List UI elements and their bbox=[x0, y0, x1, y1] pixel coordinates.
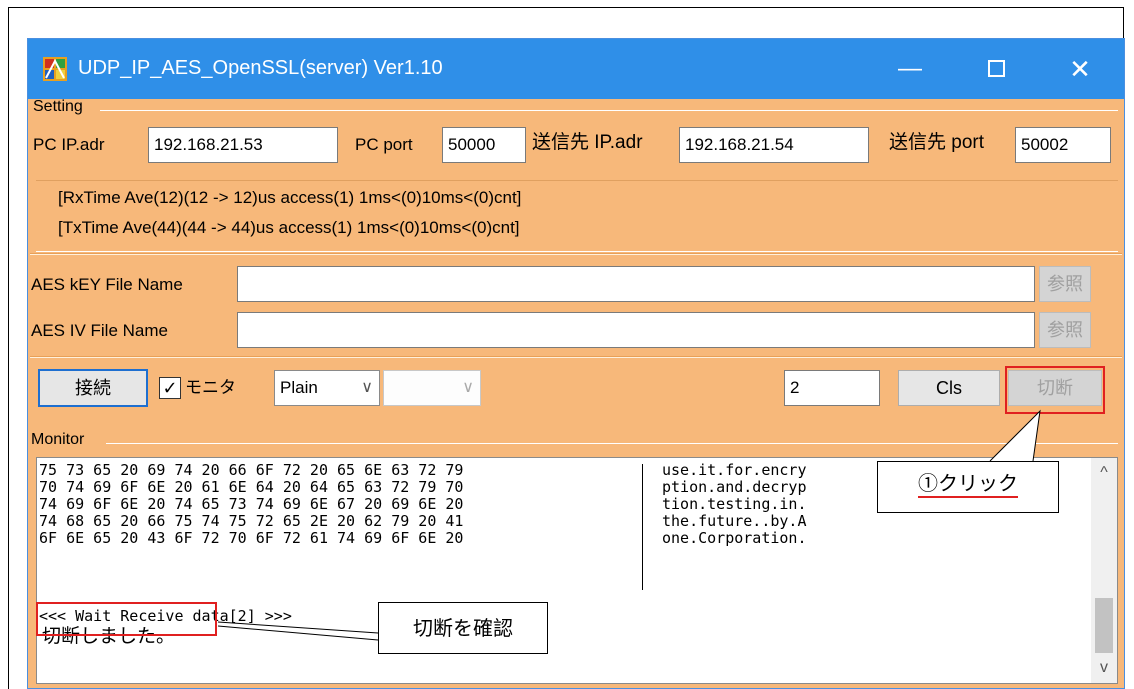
cls-button[interactable]: Cls bbox=[898, 370, 1000, 406]
scroll-up-icon[interactable]: ^ bbox=[1091, 460, 1117, 486]
maximize-button[interactable] bbox=[966, 39, 1026, 99]
rx-time-status: [RxTime Ave(12)(12 -> 12)us access(1) 1m… bbox=[58, 188, 522, 207]
aes-iv-field[interactable] bbox=[237, 312, 1035, 348]
setting-group-label: Setting bbox=[33, 98, 83, 115]
dest-port-field[interactable]: 50002 bbox=[1015, 127, 1111, 163]
confirm-callout: 切断を確認 bbox=[378, 602, 548, 654]
chevron-down-icon: ∨ bbox=[361, 379, 373, 396]
pc-port-field[interactable]: 50000 bbox=[442, 127, 526, 163]
monitor-hex-dump: 75 73 65 20 69 74 20 66 6F 72 20 65 6E 6… bbox=[39, 461, 464, 547]
separator-2 bbox=[30, 356, 1122, 358]
aes-iv-browse-button[interactable]: 参照 bbox=[1039, 312, 1091, 348]
aes-key-label: AES kEY File Name bbox=[31, 275, 183, 294]
pc-ip-label: PC IP.adr bbox=[33, 135, 105, 154]
maximize-icon bbox=[987, 60, 1005, 77]
window-title: UDP_IP_AES_OpenSSL(server) Ver1.10 bbox=[78, 57, 443, 79]
pc-ip-field[interactable]: 192.168.21.53 bbox=[148, 127, 338, 163]
mode-select[interactable]: Plain ∨ bbox=[274, 370, 380, 406]
close-button[interactable]: ✕ bbox=[1050, 39, 1110, 99]
app-icon bbox=[43, 57, 67, 81]
connect-button[interactable]: 接続 bbox=[38, 369, 148, 407]
scroll-thumb[interactable] bbox=[1095, 598, 1113, 653]
aes-key-field[interactable] bbox=[237, 266, 1035, 302]
separator-1 bbox=[30, 253, 1122, 255]
scroll-down-icon[interactable]: v bbox=[1091, 655, 1117, 681]
dest-ip-label: 送信先 IP.adr bbox=[532, 132, 643, 153]
app-window: UDP_IP_AES_OpenSSL(server) Ver1.10 — ✕ S… bbox=[27, 38, 1125, 689]
mode2-select[interactable]: ∨ bbox=[383, 370, 481, 406]
monitor-checkbox[interactable]: ✓ bbox=[159, 377, 181, 399]
count-field[interactable]: 2 bbox=[784, 370, 880, 406]
minimize-button[interactable]: — bbox=[880, 39, 940, 99]
monitor-checkbox-label: モニタ bbox=[185, 378, 236, 397]
chevron-down-icon: ∨ bbox=[462, 379, 474, 396]
aes-key-browse-button[interactable]: 参照 bbox=[1039, 266, 1091, 302]
disconnect-highlight bbox=[1005, 366, 1105, 414]
tx-time-status: [TxTime Ave(44)(44 -> 44)us access(1) 1m… bbox=[58, 218, 520, 237]
timing-status-panel: [RxTime Ave(12)(12 -> 12)us access(1) 1m… bbox=[36, 180, 1118, 252]
dest-ip-field[interactable]: 192.168.21.54 bbox=[679, 127, 869, 163]
monitor-scrollbar[interactable]: ^ v bbox=[1091, 458, 1117, 683]
dest-port-label: 送信先 port bbox=[889, 132, 985, 153]
aes-iv-label: AES IV File Name bbox=[31, 321, 168, 340]
title-bar[interactable]: UDP_IP_AES_OpenSSL(server) Ver1.10 — ✕ bbox=[28, 39, 1124, 99]
monitor-group-label: Monitor bbox=[31, 431, 85, 448]
disconnected-message-highlight bbox=[36, 602, 217, 636]
monitor-ascii-dump: use.it.for.encry ption.and.decryp tion.t… bbox=[662, 461, 807, 547]
mode-select-value: Plain bbox=[280, 378, 318, 397]
pc-port-label: PC port bbox=[355, 135, 413, 154]
click-callout-text: ①クリック bbox=[918, 470, 1018, 498]
monitor-group-border bbox=[106, 443, 1118, 444]
setting-group-border bbox=[100, 110, 1118, 111]
monitor-divider bbox=[642, 464, 643, 590]
click-callout: ①クリック bbox=[877, 461, 1059, 513]
